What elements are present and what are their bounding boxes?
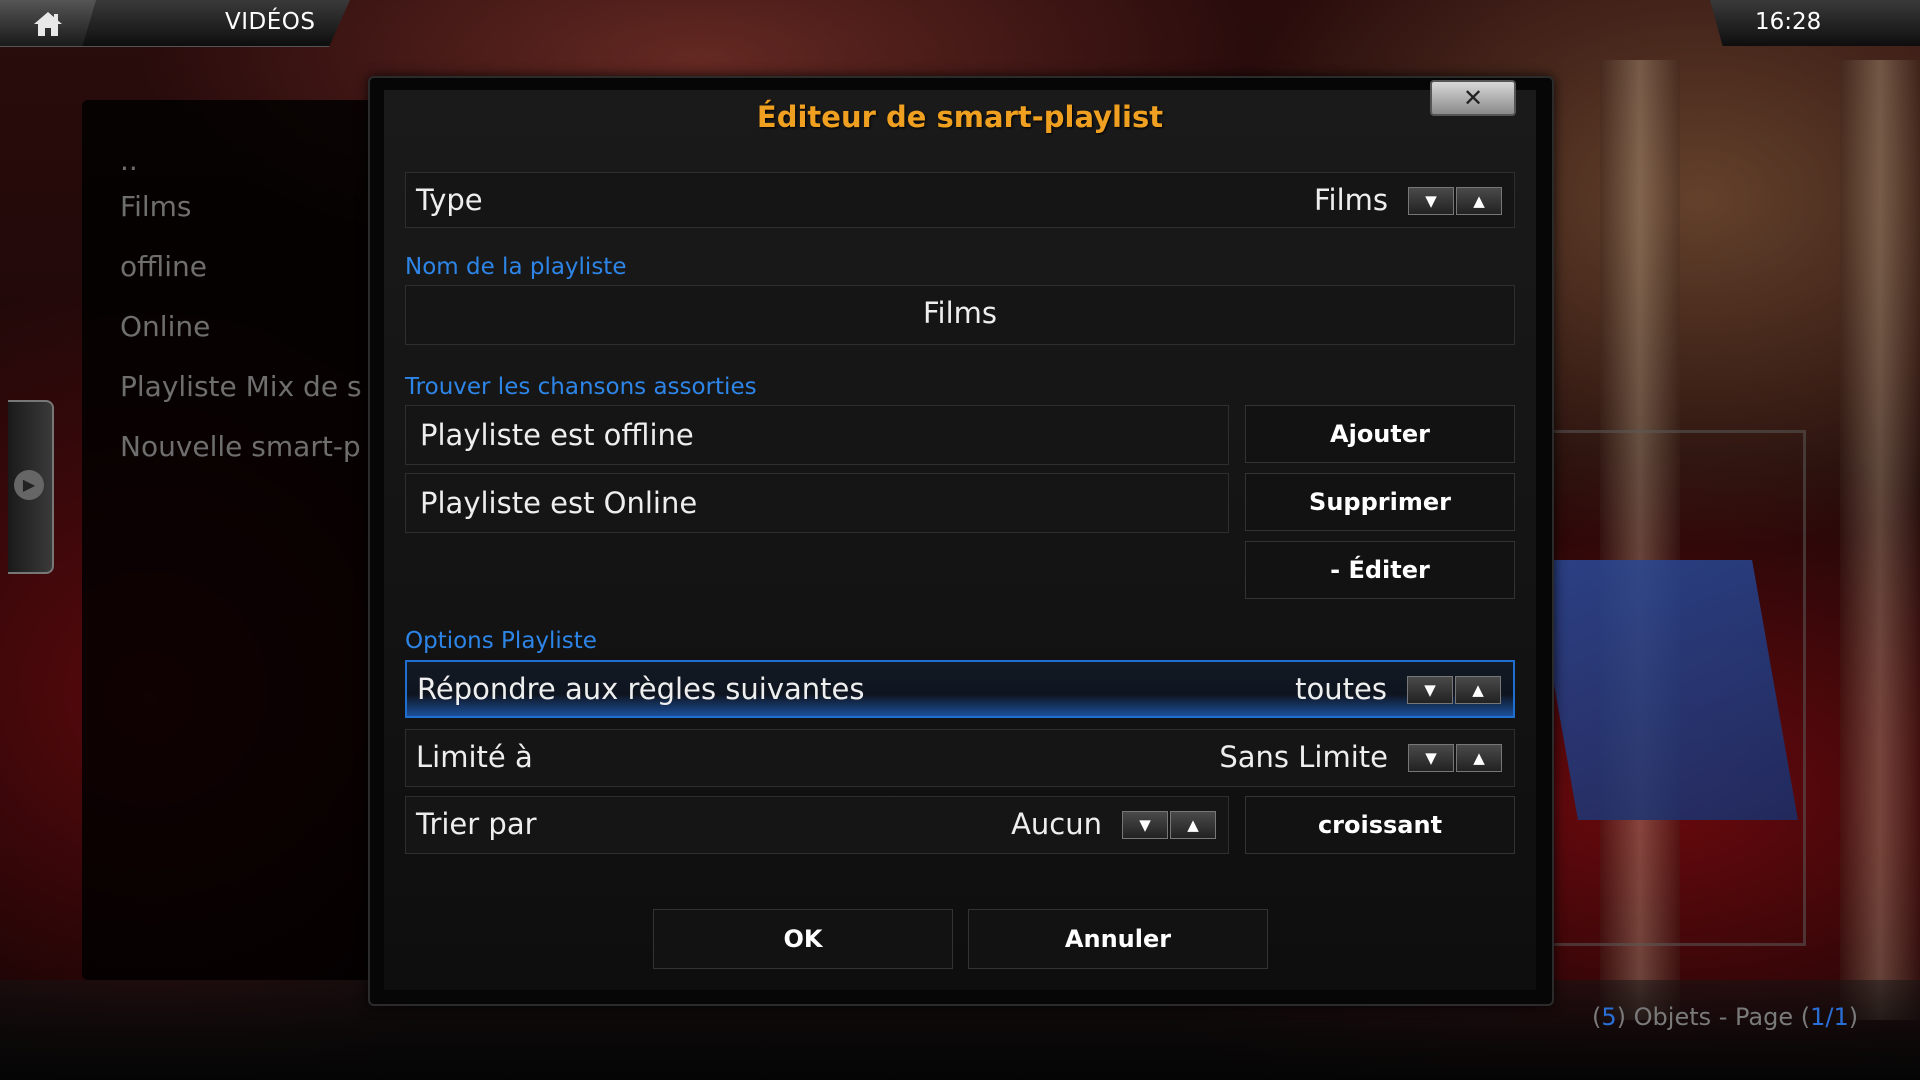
rule-label: Playliste est offline xyxy=(420,418,694,452)
spinner-up-button[interactable]: ▲ xyxy=(1170,811,1216,839)
spinner-down-button[interactable]: ▼ xyxy=(1408,744,1454,772)
list-item[interactable]: Nouvelle smart-p xyxy=(120,430,361,463)
remove-rule-button[interactable]: Supprimer xyxy=(1245,473,1515,531)
match-rules-row[interactable]: Répondre aux règles suivantes toutes ▼ ▲ xyxy=(405,660,1515,718)
rule-label: Playliste est Online xyxy=(420,486,698,520)
file-list-panel: .. Films offline Online Playliste Mix de… xyxy=(82,100,382,980)
sort-spinner[interactable]: ▼ ▲ xyxy=(1122,811,1218,839)
background-panel xyxy=(1532,560,1798,820)
playlist-name-value: Films xyxy=(922,296,998,330)
limit-spinner[interactable]: ▼ ▲ xyxy=(1408,744,1504,772)
playlist-name-field[interactable]: Films xyxy=(405,285,1515,345)
sort-row[interactable]: Trier par Aucun ▼ ▲ xyxy=(405,796,1229,854)
list-item[interactable]: Films xyxy=(120,190,192,223)
section-title: VIDÉOS xyxy=(225,9,316,35)
edit-rule-button[interactable]: - Éditer xyxy=(1245,541,1515,599)
clock: 16:28 xyxy=(1755,9,1822,35)
type-row[interactable]: Type Films ▼ ▲ xyxy=(405,172,1515,228)
list-item[interactable]: offline xyxy=(120,250,207,283)
list-item[interactable]: Playliste Mix de s xyxy=(120,370,362,403)
limit-label: Limité à xyxy=(416,740,533,774)
sort-label: Trier par xyxy=(416,807,537,841)
item-count-info: (5) Objets - Page (1/1) xyxy=(1592,1003,1859,1031)
cancel-button[interactable]: Annuler xyxy=(968,909,1268,969)
spinner-down-button[interactable]: ▼ xyxy=(1407,676,1453,704)
sort-value: Aucun xyxy=(1011,807,1102,841)
rule-row[interactable]: Playliste est offline xyxy=(405,405,1229,465)
playlist-name-heading: Nom de la playliste xyxy=(405,254,627,280)
ok-button[interactable]: OK xyxy=(653,909,953,969)
spinner-down-button[interactable]: ▼ xyxy=(1408,187,1454,215)
home-icon[interactable] xyxy=(32,10,64,38)
rule-row[interactable]: Playliste est Online xyxy=(405,473,1229,533)
match-rules-label: Répondre aux règles suivantes xyxy=(417,672,865,706)
sort-direction-button[interactable]: croissant xyxy=(1245,796,1515,854)
side-menu-arrow-icon[interactable]: ▶ xyxy=(14,470,44,500)
limit-row[interactable]: Limité à Sans Limite ▼ ▲ xyxy=(405,729,1515,787)
limit-value: Sans Limite xyxy=(1219,740,1388,774)
rules-heading: Trouver les chansons assorties xyxy=(405,374,757,400)
options-heading: Options Playliste xyxy=(405,628,597,654)
spinner-down-button[interactable]: ▼ xyxy=(1122,811,1168,839)
type-spinner[interactable]: ▼ ▲ xyxy=(1408,187,1504,215)
type-label: Type xyxy=(416,183,483,217)
match-rules-value: toutes xyxy=(1295,672,1387,706)
add-rule-button[interactable]: Ajouter xyxy=(1245,405,1515,463)
spinner-up-button[interactable]: ▲ xyxy=(1455,676,1501,704)
spinner-up-button[interactable]: ▲ xyxy=(1456,744,1502,772)
background-pillar xyxy=(1840,60,1920,1020)
type-value: Films xyxy=(1313,183,1388,217)
list-item-parent[interactable]: .. xyxy=(120,144,138,177)
spinner-up-button[interactable]: ▲ xyxy=(1456,187,1502,215)
close-icon: ✕ xyxy=(1462,84,1484,112)
dialog-title: Éditeur de smart-playlist xyxy=(756,100,1164,134)
match-rules-spinner[interactable]: ▼ ▲ xyxy=(1407,676,1503,704)
list-item[interactable]: Online xyxy=(120,310,210,343)
close-button[interactable]: ✕ xyxy=(1430,80,1516,116)
